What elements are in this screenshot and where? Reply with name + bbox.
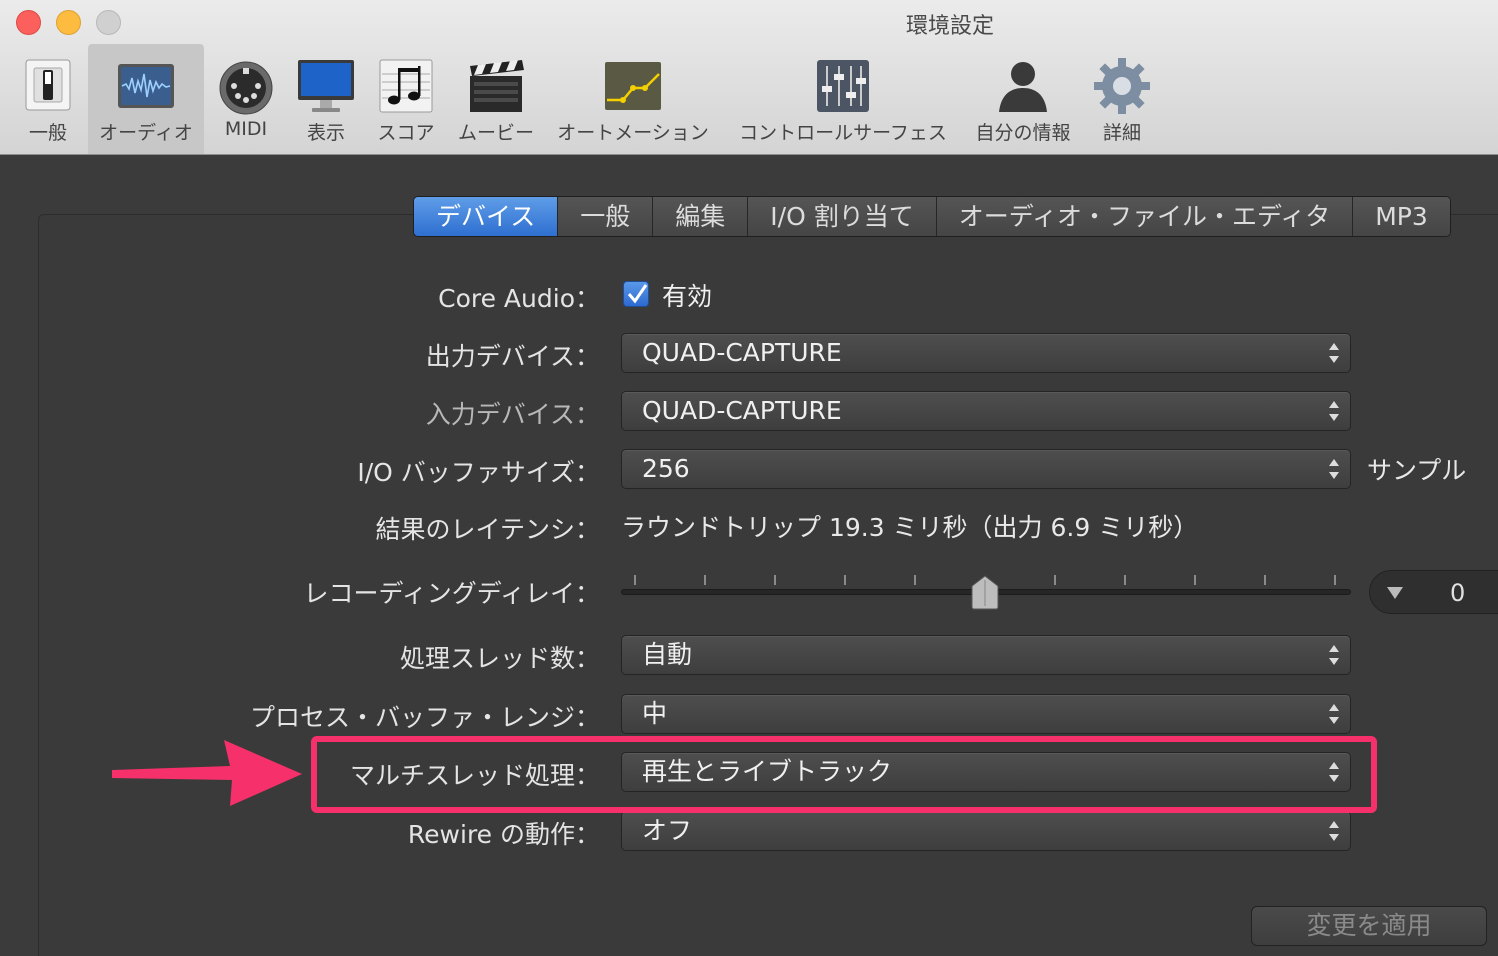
midi-connector-icon <box>219 61 273 115</box>
popup-arrows-icon <box>1329 401 1339 421</box>
triangle-down-icon <box>1387 587 1403 599</box>
slider-tick <box>1124 575 1126 585</box>
slider-tick <box>1264 575 1266 585</box>
popup-value: オフ <box>642 816 693 845</box>
io-buffer-unit: サンプル <box>1367 456 1467 485</box>
toolbar-item-score[interactable]: スコア <box>368 44 444 154</box>
process-buffer-popup[interactable]: 中 <box>621 694 1351 734</box>
pointer-arrow-icon <box>112 740 302 806</box>
recording-delay-stepper[interactable]: 0 <box>1369 570 1498 614</box>
faders-icon <box>817 60 869 112</box>
process-buffer-label: プロセス・バッファ・レンジ： <box>249 703 600 732</box>
toolbar-label: オーディオ <box>99 122 193 144</box>
output-device-label: 出力デバイス： <box>425 342 600 371</box>
toolbar-label: 一般 <box>28 122 67 144</box>
latency-value: ラウンドトリップ 19.3 ミリ秒（出力 6.9 ミリ秒） <box>621 513 1199 542</box>
tab-io-assignments[interactable]: I/O 割り当て <box>748 197 937 236</box>
toolbar-item-midi[interactable]: MIDI <box>208 44 284 154</box>
popup-arrows-icon <box>1329 459 1339 479</box>
popup-arrows-icon <box>1329 645 1339 665</box>
toolbar-label: オートメーション <box>557 122 709 144</box>
threads-popup[interactable]: 自動 <box>621 635 1351 675</box>
slider-tick <box>634 575 636 585</box>
core-audio-checkbox[interactable] <box>623 281 649 307</box>
monitor-icon <box>298 60 354 112</box>
popup-arrows-icon <box>1329 821 1339 841</box>
tab-bar: デバイス 一般 編集 I/O 割り当て オーディオ・ファイル・エディタ MP3 <box>413 196 1451 237</box>
gear-icon <box>1094 58 1150 114</box>
window-title: 環境設定 <box>905 14 994 39</box>
toolbar-item-automation[interactable]: オートメーション <box>548 44 718 154</box>
rewire-label: Rewire の動作： <box>407 820 600 849</box>
slider-tick <box>1054 575 1056 585</box>
rewire-popup[interactable]: オフ <box>621 811 1351 851</box>
threads-label: 処理スレッド数： <box>399 644 600 673</box>
clapperboard-icon <box>470 60 524 112</box>
slider-tick <box>704 575 706 585</box>
automation-curve-icon <box>605 62 661 110</box>
toolbar-item-display[interactable]: 表示 <box>290 44 362 154</box>
input-device-popup[interactable]: QUAD-CAPTURE <box>621 391 1351 431</box>
slider-tick <box>1194 575 1196 585</box>
music-notes-icon <box>379 59 433 113</box>
toolbar-label: ムービー <box>457 122 534 144</box>
toolbar-label: 表示 <box>306 122 345 144</box>
slider-knob[interactable] <box>970 574 1000 610</box>
recording-delay-value: 0 <box>1450 579 1466 607</box>
tab-editing[interactable]: 編集 <box>653 197 749 236</box>
apply-changes-button[interactable]: 変更を適用 <box>1251 906 1487 946</box>
slider-tick <box>774 575 776 585</box>
popup-arrows-icon <box>1329 343 1339 363</box>
toolbar-label: コントロールサーフェス <box>739 122 947 144</box>
toolbar-item-audio[interactable]: オーディオ <box>88 44 204 154</box>
latency-label: 結果のレイテンシ： <box>375 515 600 544</box>
toolbar-label: 詳細 <box>1102 122 1141 144</box>
core-audio-label: Core Audio： <box>438 284 600 313</box>
popup-value: 中 <box>642 699 668 728</box>
tab-devices[interactable]: デバイス <box>414 197 559 236</box>
toolbar-item-general[interactable]: 一般 <box>10 44 86 154</box>
popup-value: QUAD-CAPTURE <box>642 338 842 367</box>
toolbar-label: MIDI <box>224 118 268 140</box>
recording-delay-label: レコーディングディレイ： <box>303 579 600 608</box>
waveform-icon <box>118 64 174 108</box>
toolbar-label: スコア <box>377 122 435 144</box>
input-device-label: 入力デバイス： <box>425 400 600 429</box>
switch-icon <box>25 59 71 111</box>
io-buffer-label: I/O バッファサイズ： <box>357 458 600 487</box>
slider-tick <box>914 575 916 585</box>
slider-tick <box>844 575 846 585</box>
toolbar-item-advanced[interactable]: 詳細 <box>1086 44 1158 154</box>
tab-general[interactable]: 一般 <box>558 197 654 236</box>
popup-value: QUAD-CAPTURE <box>642 396 842 425</box>
slider-tick <box>1334 575 1336 585</box>
io-buffer-popup[interactable]: 256 <box>621 449 1351 489</box>
title-bar: 環境設定 一般 オーディオ MIDI 表示 スコア ムービー オートメーション … <box>0 0 1498 155</box>
checkmark-icon <box>627 284 648 304</box>
toolbar-item-control-surfaces[interactable]: コントロールサーフェス <box>728 44 958 154</box>
popup-arrows-icon <box>1329 704 1339 724</box>
popup-value: 自動 <box>642 640 693 669</box>
highlight-box <box>311 736 1377 813</box>
toolbar-item-movie[interactable]: ムービー <box>452 44 540 154</box>
popup-value: 256 <box>642 454 690 483</box>
output-device-popup[interactable]: QUAD-CAPTURE <box>621 333 1351 373</box>
core-audio-enabled-label: 有効 <box>662 282 713 311</box>
tab-audio-file-editor[interactable]: オーディオ・ファイル・エディタ <box>936 197 1354 236</box>
person-silhouette-icon <box>999 62 1047 112</box>
toolbar-label: 自分の情報 <box>975 122 1071 144</box>
toolbar-item-my-info[interactable]: 自分の情報 <box>968 44 1078 154</box>
tab-mp3[interactable]: MP3 <box>1353 197 1450 236</box>
